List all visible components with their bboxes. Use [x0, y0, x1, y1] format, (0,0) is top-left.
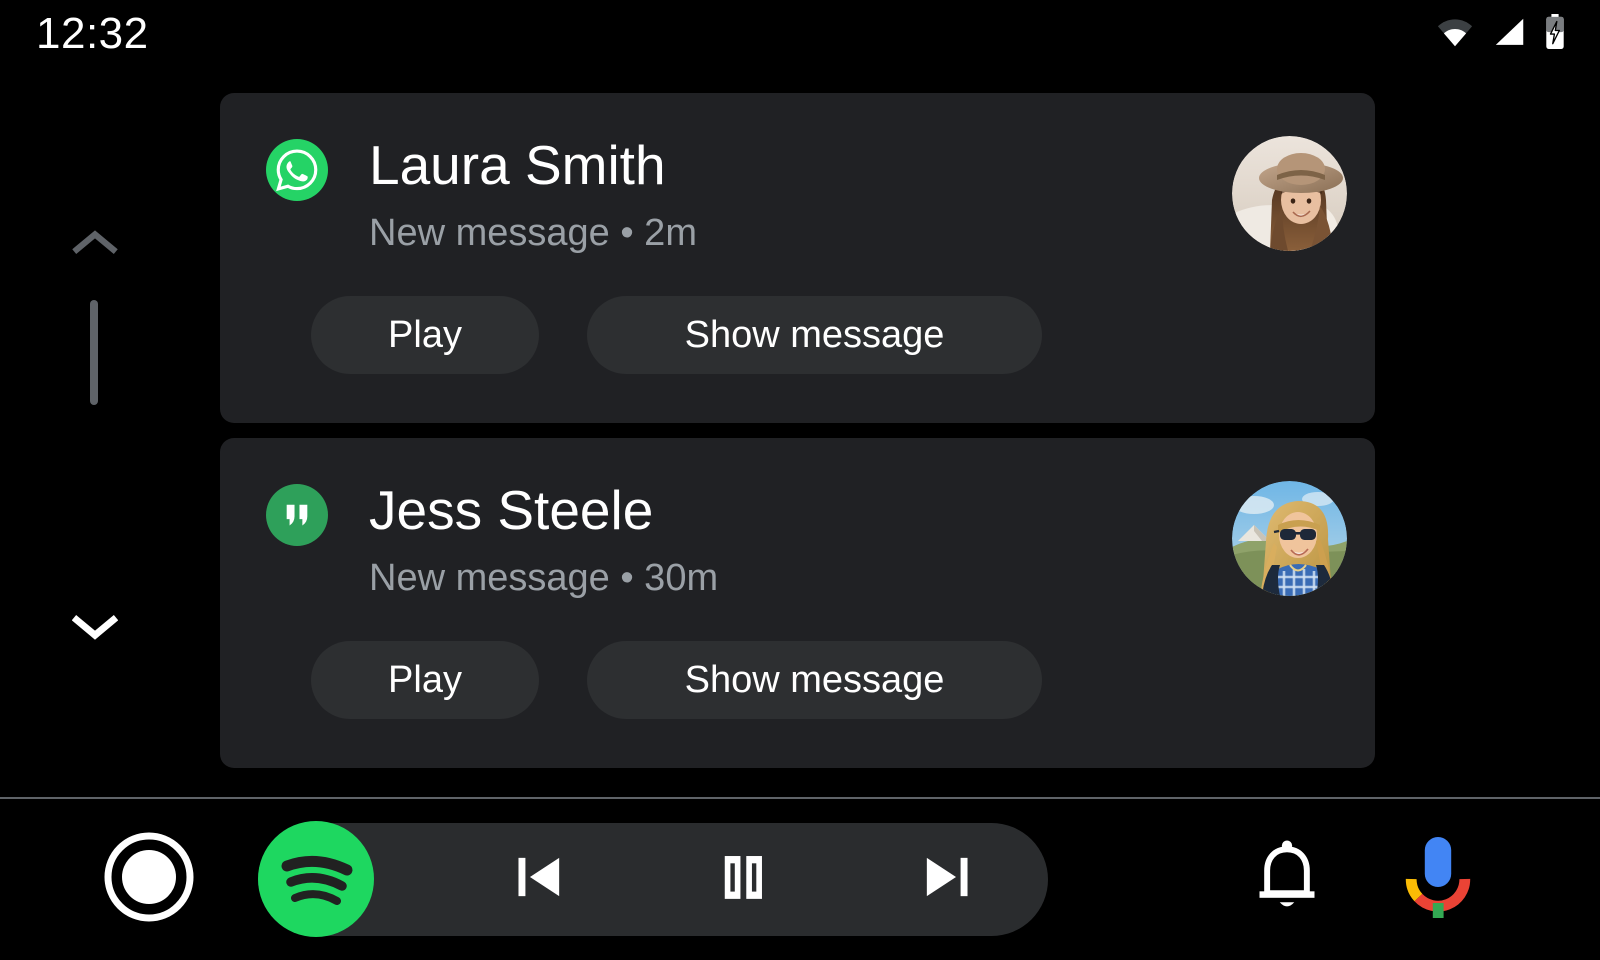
play-button[interactable]: Play — [311, 641, 539, 719]
pause-button[interactable] — [688, 835, 798, 925]
notification-actions: Play Show message — [266, 296, 1347, 374]
notification-subtitle: New message • 2m — [369, 212, 697, 254]
media-transport-controls — [438, 823, 1048, 936]
wifi-icon — [1436, 17, 1474, 52]
next-track-button[interactable] — [891, 835, 1001, 925]
avatar-laura-smith — [1232, 136, 1347, 251]
avatar-jess-steele — [1232, 481, 1347, 596]
skip-next-icon — [915, 846, 977, 913]
notification-header: Laura Smith New message • 2m — [266, 134, 1347, 256]
notification-sender: Laura Smith — [369, 134, 666, 196]
pause-icon — [712, 846, 774, 913]
show-message-button[interactable]: Show message — [587, 296, 1042, 374]
notification-card[interactable]: Jess Steele New message • 30m Play Show … — [220, 438, 1375, 768]
previous-track-button[interactable] — [485, 835, 595, 925]
status-bar: 12:32 — [0, 0, 1600, 68]
notification-header: Jess Steele New message • 30m — [266, 479, 1347, 601]
assistant-button[interactable] — [1394, 832, 1482, 926]
spotify-icon — [256, 821, 376, 943]
chevron-up-icon — [72, 227, 118, 262]
scroll-rail — [66, 215, 124, 655]
notification-list: Laura Smith New message • 2m Play Show m… — [220, 93, 1375, 783]
media-control-bar — [258, 821, 1048, 937]
notification-subtitle: New message • 30m — [369, 557, 719, 599]
notification-text: Laura Smith New message • 2m — [369, 134, 1212, 256]
notifications-button[interactable] — [1243, 835, 1331, 923]
home-button[interactable] — [99, 829, 199, 929]
chevron-down-icon — [71, 611, 119, 646]
google-mic-icon — [1400, 834, 1476, 925]
show-message-button[interactable]: Show message — [587, 641, 1042, 719]
notification-card[interactable]: Laura Smith New message • 2m Play Show m… — [220, 93, 1375, 423]
home-circle-icon — [102, 830, 196, 929]
scrollbar-thumb[interactable] — [90, 300, 98, 405]
status-bar-icons — [1436, 13, 1566, 55]
notification-text: Jess Steele New message • 30m — [369, 479, 1212, 601]
hangouts-icon — [266, 484, 328, 546]
notification-sender: Jess Steele — [369, 479, 654, 541]
scroll-down-button[interactable] — [66, 611, 124, 645]
skip-previous-icon — [509, 846, 571, 913]
scrollbar-track[interactable] — [90, 300, 98, 405]
notification-actions: Play Show message — [266, 641, 1347, 719]
bottom-navigation-bar — [0, 799, 1600, 960]
spotify-button[interactable] — [256, 819, 376, 939]
battery-charging-icon — [1544, 13, 1566, 55]
whatsapp-icon — [266, 139, 328, 201]
bell-icon — [1245, 835, 1329, 924]
cellular-signal-icon — [1491, 17, 1527, 52]
status-bar-clock: 12:32 — [36, 9, 149, 58]
scroll-up-button[interactable] — [66, 227, 124, 261]
play-button[interactable]: Play — [311, 296, 539, 374]
